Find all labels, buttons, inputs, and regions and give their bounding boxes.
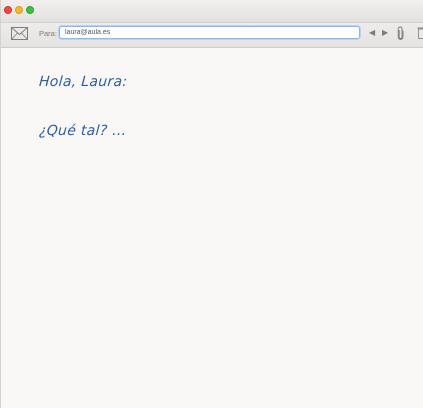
compose-toolbar: Para: ◀ ▶ <box>1 23 423 48</box>
recipient-field[interactable] <box>59 26 360 39</box>
trash-icon[interactable] <box>417 26 423 39</box>
to-label: Para: <box>39 29 57 38</box>
paperclip-icon[interactable] <box>397 26 404 40</box>
close-button[interactable] <box>4 6 12 14</box>
previous-button[interactable]: ◀ <box>369 28 375 38</box>
title-bar[interactable] <box>1 0 423 23</box>
zoom-button[interactable] <box>26 6 34 14</box>
body-text: ¿Qué tal? ... <box>38 123 128 139</box>
minimize-button[interactable] <box>15 6 23 14</box>
mail-window: Para: ◀ ▶ Hola, Laura: ¿Qué tal? ... <box>0 0 423 408</box>
next-button[interactable]: ▶ <box>382 28 388 38</box>
envelope-icon[interactable] <box>11 27 28 40</box>
greeting-text: Hola, Laura: <box>38 74 128 90</box>
message-body[interactable]: Hola, Laura: ¿Qué tal? ... <box>1 48 423 408</box>
